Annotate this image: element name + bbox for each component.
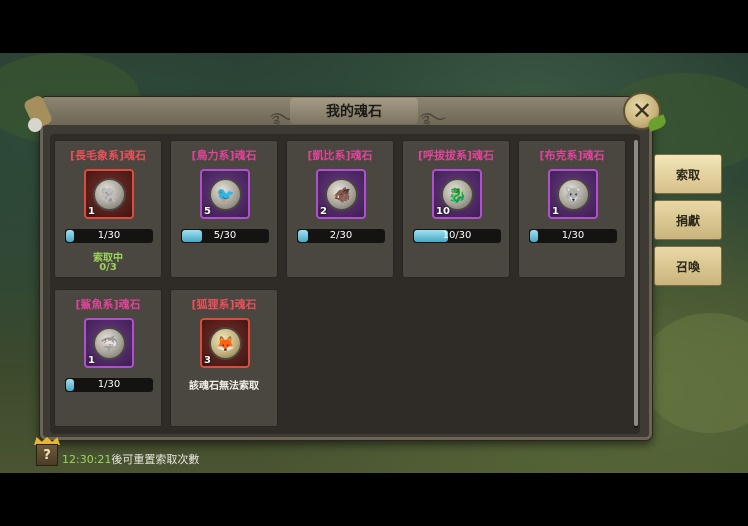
progress-label: 1/30 [97,230,121,241]
soulstone-card-kaibi[interactable]: [凱比系]魂石 🐗 2 2/30 [286,140,394,278]
soulstone-card-buke[interactable]: [布克系]魂石 🐺 1 1/30 [518,140,626,278]
soulstone-frame: 🐺 1 [548,169,598,219]
mammoth-soulstone-icon: 🐘 [93,178,126,211]
request-button[interactable]: 索取 [654,154,722,194]
card-count: 10 [436,206,450,217]
card-count: 3 [204,355,211,366]
buke-soulstone-icon: 🐺 [557,178,590,211]
leaf-decoration [28,118,42,132]
progress-bar: 5/30 [181,229,269,243]
card-count: 1 [88,355,95,366]
soulstone-frame: 🦊 3 [200,318,250,368]
soulstone-frame: 🐗 2 [316,169,366,219]
progress-bar: 1/30 [65,229,153,243]
page-title: 我的魂石 [290,98,418,124]
soulstone-card-bird[interactable]: [鳥力系]魂石 🐦 5 5/30 [170,140,278,278]
card-name: [凱比系]魂石 [307,149,373,162]
soulstone-frame: 🦈 1 [84,318,134,368]
card-count: 1 [88,206,95,217]
foliage [640,313,748,433]
card-name: [狐狸系]魂石 [191,298,257,311]
progress-label: 1/30 [561,230,585,241]
soulstone-card-shark[interactable]: [鯊魚系]魂石 🦈 1 1/30 [54,289,162,427]
progress-bar: 1/30 [529,229,617,243]
soulstone-frame: 🐉 10 [432,169,482,219]
card-name: [長毛象系]魂石 [69,149,147,162]
card-count: 5 [204,206,211,217]
soulstone-frame: 🐦 5 [200,169,250,219]
request-count: 0/3 [99,262,117,273]
soulstone-card-mammoth[interactable]: [長毛象系]魂石 🐘 1 1/30 索取中 0/3 [54,140,162,278]
progress-label: 5/30 [213,230,237,241]
soulstone-frame: 🐘 1 [84,169,134,219]
soulstone-card-hubaba[interactable]: [呼拔拔系]魂石 🐉 10 10/30 [402,140,510,278]
progress-label: 10/30 [442,230,472,241]
progress-bar: 1/30 [65,378,153,392]
progress-label: 1/30 [97,379,121,390]
card-name: [呼拔拔系]魂石 [417,149,495,162]
kaibi-soulstone-icon: 🐗 [325,178,358,211]
card-name: [布克系]魂石 [539,149,605,162]
reset-timer-label: 後可重置索取次數 [111,453,200,466]
donate-button[interactable]: 捐獻 [654,200,722,240]
card-count: 1 [552,206,559,217]
progress-bar: 2/30 [297,229,385,243]
question-icon: ? [43,447,51,463]
progress-label: 2/30 [329,230,353,241]
card-name: [鳥力系]魂石 [191,149,257,162]
bird-soulstone-icon: 🐦 [209,178,242,211]
scrollbar-thumb[interactable] [634,140,638,426]
reset-timer-text: 12:30:21後可重置索取次數 [62,451,199,467]
soulstone-card-fox[interactable]: [狐狸系]魂石 🦊 3 該魂石無法索取 [170,289,278,427]
shark-soulstone-icon: 🦈 [93,327,126,360]
reset-timer: 12:30:21 [62,453,112,466]
summon-button[interactable]: 召喚 [654,246,722,286]
help-button[interactable]: ? [36,444,58,466]
unavailable-note: 該魂石無法索取 [189,381,259,392]
card-name: [鯊魚系]魂石 [75,298,141,311]
card-count: 2 [320,206,327,217]
progress-bar: 10/30 [413,229,501,243]
fox-soulstone-icon: 🦊 [209,327,242,360]
